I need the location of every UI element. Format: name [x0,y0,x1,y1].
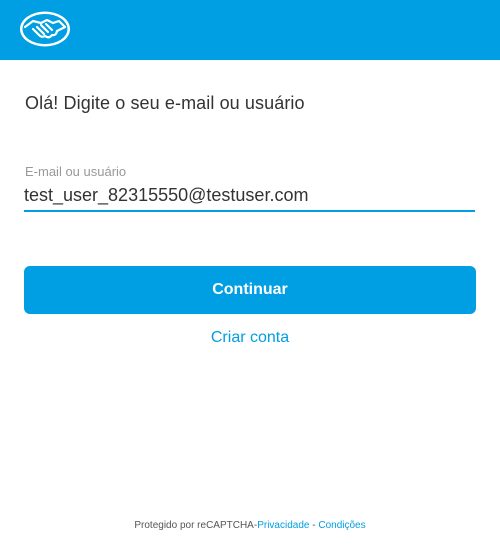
recaptcha-protected-text: Protegido por reCAPTCHA [134,520,254,531]
recaptcha-footer: Protegido por reCAPTCHA-Privacidade - Co… [0,520,500,531]
email-field[interactable] [24,181,475,212]
header-bar [0,0,500,60]
continue-button[interactable]: Continuar [24,266,476,314]
create-account-link[interactable]: Criar conta [0,329,500,347]
handshake-logo-icon[interactable] [19,10,71,48]
privacy-link[interactable]: Privacidade [257,520,309,531]
email-field-label: E-mail ou usuário [25,164,127,179]
page-title: Olá! Digite o seu e-mail ou usuário [25,93,305,113]
terms-link[interactable]: Condições [318,520,365,531]
